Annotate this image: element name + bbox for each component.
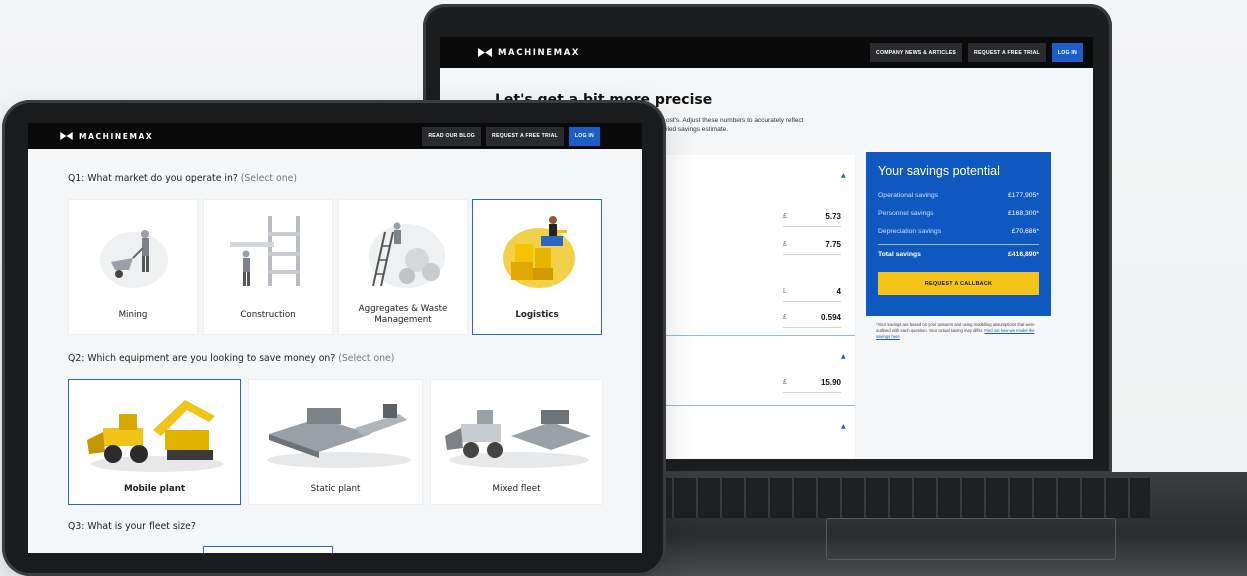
input-unit: £ xyxy=(783,241,787,248)
input-unit: £ xyxy=(783,213,787,220)
company-news-button[interactable]: COMPANY NEWS & ARTICLES xyxy=(870,43,963,62)
question-text: Q3: What is your fleet size? xyxy=(68,521,196,532)
market-label: Aggregates & Waste Management xyxy=(339,304,467,326)
input-value[interactable]: 0.594 xyxy=(821,313,841,322)
input-unit: L xyxy=(783,288,787,295)
input-value[interactable]: 7.75 xyxy=(825,240,841,249)
input-row[interactable]: £ 7.75 xyxy=(783,235,841,255)
input-row[interactable]: L 4 xyxy=(783,282,841,302)
tablet-screen: MACHINEMAX READ OUR BLOG REQUEST A FREE … xyxy=(28,123,642,553)
equipment-card-mobile-plant[interactable]: Mobile plant xyxy=(68,379,241,505)
savings-disclaimer: *Your savings are based on your answers … xyxy=(876,322,1046,340)
section-divider xyxy=(665,405,855,406)
savings-total-row: Total savings £416,890* xyxy=(878,244,1039,264)
savings-amount: £168,300* xyxy=(1008,209,1039,217)
mining-illustration-icon xyxy=(100,230,168,288)
hero-subtitle-line: ost's. Adjust these numbers to accuratel… xyxy=(666,117,804,124)
question-hint: (Select one) xyxy=(338,353,395,364)
assumptions-panel: ▲ £ 5.73 £ 7.75 L 4 £ 0.594 ▲ £ 15.90 ▲ xyxy=(665,155,855,459)
section-divider xyxy=(665,335,855,336)
equipment-label: Static plant xyxy=(310,484,361,494)
input-unit: £ xyxy=(783,379,787,386)
market-card-mining[interactable]: Mining xyxy=(68,199,198,335)
market-label-line: Management xyxy=(374,315,432,325)
market-card-logistics[interactable]: Logistics xyxy=(472,199,602,335)
total-label: Total savings xyxy=(878,251,921,258)
savings-title: Your savings potential xyxy=(878,164,1000,178)
mixed-fleet-illustration-icon xyxy=(445,410,591,468)
machinemax-logo-icon xyxy=(60,132,73,140)
market-card-aggregates[interactable]: Aggregates & Waste Management xyxy=(338,199,468,335)
market-label: Mining xyxy=(118,310,148,320)
read-blog-button[interactable]: READ OUR BLOG xyxy=(422,126,482,146)
login-button[interactable]: LOG IN xyxy=(1051,43,1083,62)
request-callback-button[interactable]: REQUEST A CALLBACK xyxy=(878,272,1039,295)
machinemax-logo-icon xyxy=(478,48,492,57)
input-value[interactable]: 5.73 xyxy=(825,212,841,221)
savings-row: Depreciation savings £70,686* xyxy=(878,222,1039,240)
question-2: Q2: Which equipment are you looking to s… xyxy=(68,353,394,364)
brand-name: MACHINEMAX xyxy=(79,131,154,141)
logistics-illustration-icon xyxy=(503,216,575,288)
market-label: Logistics xyxy=(515,310,559,320)
keyboard-keys xyxy=(650,478,1150,518)
login-button[interactable]: LOG IN xyxy=(568,126,600,146)
equipment-card-mixed-fleet[interactable]: Mixed fleet xyxy=(430,379,603,505)
market-label: Construction xyxy=(240,310,296,320)
request-trial-button[interactable]: REQUEST A FREE TRIAL xyxy=(486,126,564,146)
brand-logo[interactable]: MACHINEMAX xyxy=(60,132,153,141)
input-value[interactable]: 4 xyxy=(837,287,841,296)
input-value[interactable]: 15.90 xyxy=(821,378,841,387)
tablet-navbar: MACHINEMAX READ OUR BLOG REQUEST A FREE … xyxy=(28,123,642,149)
brand-name: MACHINEMAX xyxy=(498,47,581,58)
savings-label: Depreciation savings xyxy=(878,227,942,235)
construction-illustration-icon xyxy=(230,216,300,286)
savings-label: Personnel savings xyxy=(878,209,934,217)
input-row[interactable]: £ 5.73 xyxy=(783,207,841,227)
market-label-line: Aggregates & Waste xyxy=(358,304,448,314)
question-hint: (Select one) xyxy=(240,173,297,184)
savings-amount: £70,686* xyxy=(1011,227,1039,235)
hero-subtitle: ost's. Adjust these numbers to accuratel… xyxy=(666,116,856,134)
fleet-size-option-card[interactable] xyxy=(203,546,333,553)
savings-card: Your savings potential Operational savin… xyxy=(866,152,1051,316)
equipment-card-static-plant[interactable]: Static plant xyxy=(248,379,423,505)
market-card-construction[interactable]: Construction xyxy=(203,199,333,335)
total-amount: £416,890* xyxy=(1008,251,1039,258)
trackpad xyxy=(826,518,1116,560)
question-1: Q1: What market do you operate in? (Sele… xyxy=(68,173,297,184)
aggregates-illustration-icon xyxy=(369,222,445,288)
question-3: Q3: What is your fleet size? xyxy=(68,521,196,532)
input-row[interactable]: £ 15.90 xyxy=(783,373,841,393)
savings-row: Operational savings £177,905* xyxy=(878,186,1039,204)
collapse-chevron-icon[interactable]: ▲ xyxy=(841,172,846,179)
expand-chevron-icon[interactable]: ▲ xyxy=(841,423,846,430)
hero-subtitle-line: iled savings estimate. xyxy=(666,126,729,133)
laptop-navbar: MACHINEMAX COMPANY NEWS & ARTICLES REQUE… xyxy=(440,37,1093,68)
question-text: Q2: Which equipment are you looking to s… xyxy=(68,353,336,364)
savings-row: Personnel savings £168,300* xyxy=(878,204,1039,222)
request-trial-button[interactable]: REQUEST A FREE TRIAL xyxy=(968,43,1046,62)
brand-logo[interactable]: MACHINEMAX xyxy=(478,48,580,58)
mobile-plant-illustration-icon xyxy=(87,400,223,472)
input-unit: £ xyxy=(783,314,787,321)
equipment-label: Mobile plant xyxy=(123,484,186,494)
input-row[interactable]: £ 0.594 xyxy=(783,308,841,328)
equipment-label: Mixed fleet xyxy=(492,484,541,494)
static-plant-illustration-icon xyxy=(267,404,411,468)
savings-amount: £177,905* xyxy=(1008,191,1039,199)
question-text: Q1: What market do you operate in? xyxy=(68,173,238,184)
savings-label: Operational savings xyxy=(878,191,939,199)
collapse-chevron-icon[interactable]: ▲ xyxy=(841,353,846,360)
